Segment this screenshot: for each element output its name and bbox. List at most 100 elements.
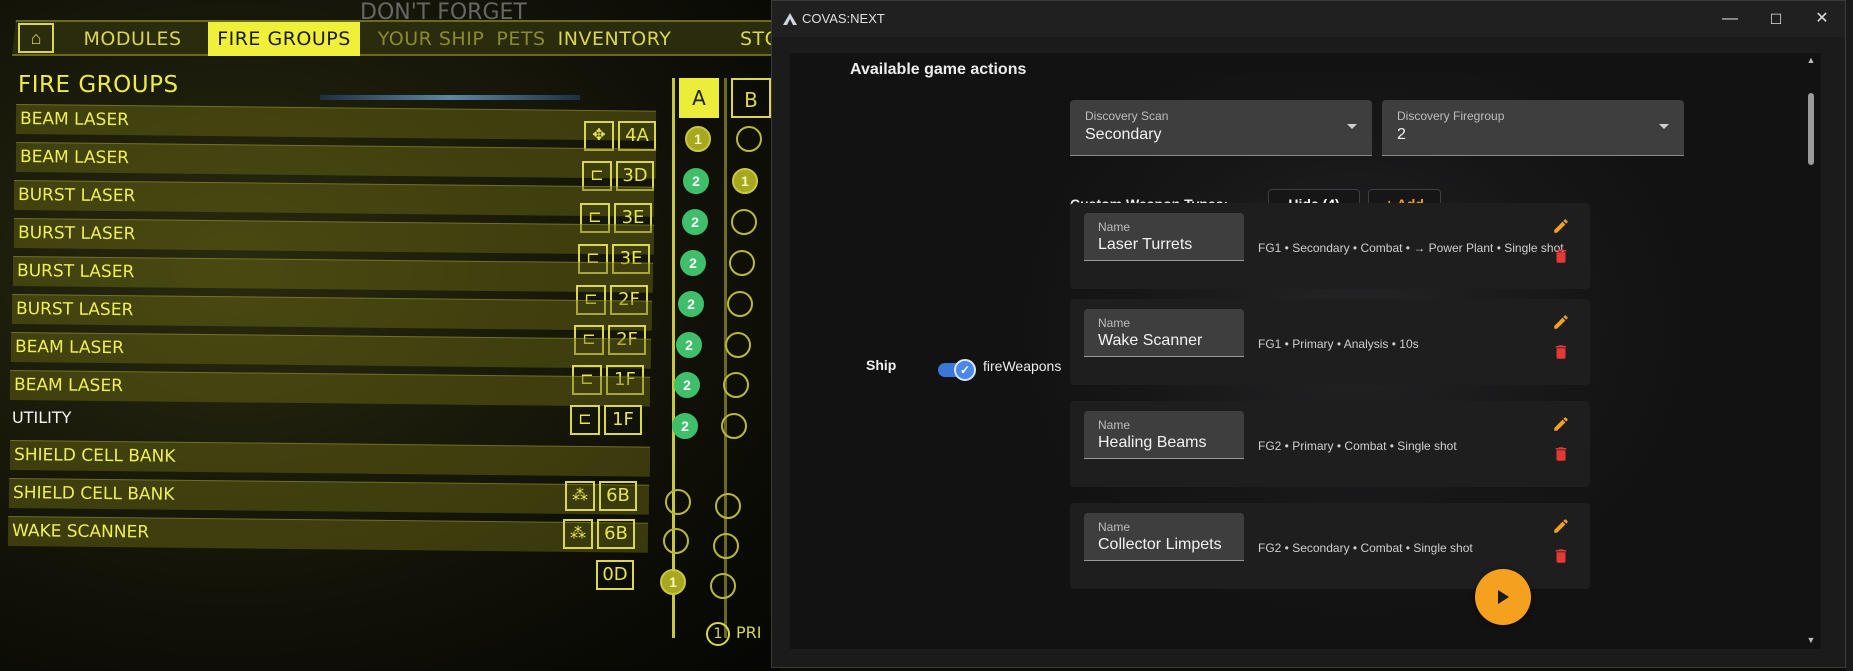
firegroup-row[interactable]: BEAM LASER (15, 142, 657, 179)
module-name: WAKE SCANNER (11, 521, 150, 543)
weapon-name-field[interactable]: Name Wake Scanner (1084, 309, 1244, 357)
fire-button-circle[interactable]: 2 (680, 250, 706, 276)
start-button[interactable] (1475, 569, 1531, 625)
minimize-button[interactable]: — (1707, 1, 1753, 37)
fire-group-b-header[interactable]: B (731, 78, 771, 118)
fire-button-circle[interactable]: 2 (672, 413, 698, 439)
background-edge (1846, 0, 1853, 671)
weapon-description: FG2 • Primary • Combat • Single shot (1258, 439, 1457, 453)
delete-icon[interactable] (1552, 445, 1570, 463)
legend-text: PRI (736, 623, 762, 642)
weapon-name-field[interactable]: Name Laser Turrets (1084, 213, 1244, 261)
game-tab-pets[interactable]: PETS (486, 22, 556, 56)
fire-button-circle[interactable]: 2 (674, 372, 700, 398)
edit-icon[interactable] (1552, 217, 1570, 235)
fire-groups-title: FIRE GROUPS (18, 72, 179, 98)
firegroup-row[interactable]: BURST LASER (12, 256, 654, 293)
weapon-description: FG1 • Secondary • Combat • → Power Plant… (1258, 241, 1564, 255)
app-logo-icon (783, 13, 797, 25)
fire-button-circle[interactable] (663, 528, 689, 554)
window-title: COVAS:NEXT (802, 11, 885, 26)
legend-primary: 1 PRI (706, 622, 761, 646)
firegroup-row[interactable]: WAKE SCANNER (7, 516, 649, 553)
fire-button-circle[interactable]: 2 (678, 291, 704, 317)
select-label: Discovery Scan (1085, 109, 1169, 123)
scrollbar-thumb[interactable] (1808, 93, 1814, 165)
covas-window: COVAS:NEXT — ☐ ✕ Available game actions … (771, 0, 1846, 668)
fire-group-a-header[interactable]: A (679, 78, 719, 118)
game-tab-fire-groups[interactable]: FIRE GROUPS (208, 22, 360, 56)
module-name: BEAM LASER (13, 375, 124, 397)
fire-button-circle[interactable] (710, 573, 736, 599)
game-tab-inventory[interactable]: INVENTORY (552, 22, 677, 56)
fire-button-circle[interactable]: 2 (682, 209, 708, 235)
scroll-up-icon[interactable]: ▲ (1806, 55, 1816, 65)
module-name: BEAM LASER (19, 147, 130, 169)
module-name: BURST LASER (15, 299, 134, 321)
discovery-firegroup-select[interactable]: Discovery Firegroup 2 (1382, 100, 1684, 156)
ship-category-label: Ship (866, 357, 897, 373)
firegroup-row[interactable]: SHIELD CELL BANK (8, 478, 650, 515)
fire-button-circle[interactable]: 1 (660, 569, 686, 595)
fire-button-circle[interactable]: 2 (676, 332, 702, 358)
chevron-down-icon (1347, 124, 1357, 129)
weapon-description: FG1 • Primary • Analysis • 10s (1258, 337, 1419, 351)
firegroup-row[interactable]: SHIELD CELL BANK (9, 440, 651, 477)
delete-icon[interactable] (1552, 247, 1570, 265)
firegroup-row[interactable]: BURST LASER (11, 294, 653, 331)
fire-button-circle[interactable] (721, 413, 747, 439)
module-name: BEAM LASER (19, 109, 130, 131)
firegroup-row[interactable]: BURST LASER (13, 180, 655, 217)
fire-button-circle[interactable] (729, 250, 755, 276)
turret-icon: ✥ (584, 121, 614, 151)
field-value: Wake Scanner (1098, 332, 1203, 349)
firegroup-row[interactable]: BEAM LASER (15, 104, 657, 141)
module-name: BURST LASER (17, 223, 136, 245)
chevron-down-icon (1659, 124, 1669, 129)
firegroup-row[interactable]: BURST LASER (13, 218, 655, 255)
close-button[interactable]: ✕ (1799, 1, 1845, 37)
select-value: Secondary (1085, 126, 1162, 143)
shield-cell-bank-icon: ⁂ (565, 481, 595, 511)
shield-cell-bank-icon: ⁂ (563, 519, 593, 549)
weapon-name-field[interactable]: Name Collector Limpets (1084, 513, 1244, 561)
game-tab-your-ship[interactable]: YOUR SHIP (366, 22, 496, 56)
home-icon[interactable]: ⌂ (18, 23, 54, 53)
fire-button-circle[interactable] (725, 332, 751, 358)
firegroup-row[interactable]: BEAM LASER (10, 332, 652, 369)
fire-button-circle[interactable]: 2 (683, 168, 709, 194)
edit-icon[interactable] (1552, 415, 1570, 433)
game-tab-modules[interactable]: MODULES (70, 22, 195, 56)
weapon-name-field[interactable]: Name Healing Beams (1084, 411, 1244, 459)
legend-number: 1 (706, 622, 730, 646)
firegroup-row[interactable]: BEAM LASER (9, 370, 651, 407)
delete-icon[interactable] (1552, 343, 1570, 361)
scroll-down-icon[interactable]: ▼ (1806, 635, 1816, 645)
edit-icon[interactable] (1552, 313, 1570, 331)
field-label: Name (1098, 418, 1131, 432)
fire-button-circle[interactable] (727, 291, 753, 317)
play-icon (1498, 590, 1509, 604)
discovery-scan-select[interactable]: Discovery Scan Secondary (1070, 100, 1372, 156)
fire-button-circle[interactable]: 1 (732, 168, 758, 194)
fire-button-circle[interactable] (723, 372, 749, 398)
vertical-scrollbar[interactable]: ▲ ▼ (1806, 47, 1816, 647)
field-value: Healing Beams (1098, 434, 1207, 451)
fire-weapons-toggle[interactable]: ✓ (938, 359, 976, 381)
title-bar[interactable]: COVAS:NEXT — ☐ ✕ (772, 1, 1845, 37)
delete-icon[interactable] (1552, 547, 1570, 565)
game-fire-groups-screen: DON'T FORGET ⌂ MODULES FIRE GROUPS YOUR … (0, 0, 780, 671)
weapon-type-card: Name Wake Scanner FG1 • Primary • Analys… (1070, 299, 1590, 385)
maximize-button[interactable]: ☐ (1753, 1, 1799, 37)
field-label: Name (1098, 220, 1131, 234)
fire-button-circle[interactable] (731, 209, 757, 235)
module-name: SHIELD CELL BANK (12, 483, 175, 505)
edit-icon[interactable] (1552, 517, 1570, 535)
title-underline (320, 95, 580, 100)
toggle-label: fireWeapons (983, 358, 1062, 374)
fire-button-circle[interactable] (665, 489, 691, 515)
fire-button-circle[interactable]: 1 (685, 126, 711, 152)
fire-button-circle[interactable] (713, 533, 739, 559)
fire-button-circle[interactable] (715, 493, 741, 519)
fire-button-circle[interactable] (736, 126, 762, 152)
